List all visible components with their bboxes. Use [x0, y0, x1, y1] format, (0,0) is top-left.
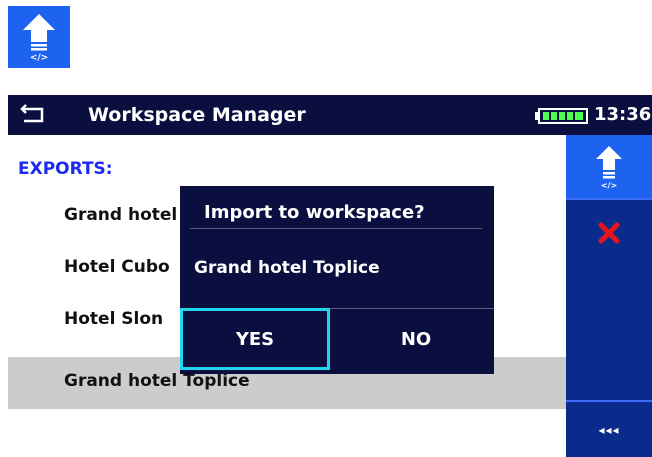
- dialog-divider: [190, 228, 482, 229]
- battery-full-icon: [534, 108, 588, 128]
- list-item-label: Hotel Slon: [64, 309, 164, 329]
- import-icon: </>: [596, 145, 622, 190]
- dialog-title: Import to workspace?: [204, 202, 425, 223]
- page-title: Workspace Manager: [88, 104, 306, 126]
- import-button[interactable]: </>: [566, 135, 652, 198]
- import-dialog: Import to workspace? Grand hotel Toplice…: [180, 186, 494, 374]
- svg-text:</>: </>: [601, 181, 617, 190]
- no-button[interactable]: NO: [338, 308, 494, 370]
- list-item-label: Hotel Cubo: [64, 257, 170, 277]
- no-button-label: NO: [400, 328, 432, 350]
- svg-text:</>: </>: [30, 53, 48, 62]
- section-label: EXPORTS:: [18, 159, 113, 179]
- header-bar: Workspace Manager 13:36: [8, 95, 652, 135]
- more-button[interactable]: ◂◂◂: [566, 402, 652, 457]
- yes-button[interactable]: YES: [180, 308, 330, 370]
- list-item-label: Grand hotel Toplice: [64, 371, 250, 391]
- back-arrow-icon[interactable]: [20, 101, 50, 129]
- clock: 13:36: [594, 104, 652, 125]
- dialog-message: Grand hotel Toplice: [194, 258, 380, 278]
- sidebar: </> ◂◂◂: [566, 135, 652, 457]
- yes-button-label: YES: [235, 328, 275, 350]
- import-workspace-icon[interactable]: </>: [8, 6, 70, 68]
- delete-button[interactable]: [566, 200, 652, 265]
- more-icon: ◂◂◂: [598, 422, 620, 437]
- delete-icon: [598, 222, 620, 243]
